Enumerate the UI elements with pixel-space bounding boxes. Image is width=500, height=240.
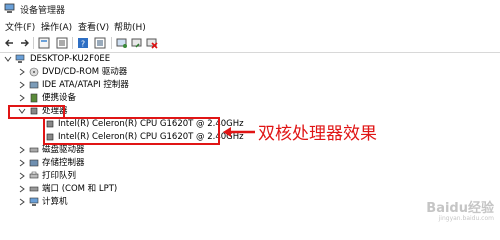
details-icon[interactable] [94,37,106,49]
title-bar: 设备管理器 [0,0,500,18]
expander-right-icon[interactable] [18,81,26,89]
expander-right-icon[interactable] [18,94,26,102]
ide-icon [29,81,39,89]
tree-root-label: DESKTOP-KU2F0EE [30,54,111,64]
tree-node-printer[interactable]: 打印队列 [0,170,300,183]
scan-icon[interactable] [116,37,128,49]
list-icon[interactable] [56,37,68,49]
printer-icon [29,171,39,179]
toolbar-separator [33,37,34,49]
tree-node-label: 端口 (COM 和 LPT) [42,184,118,194]
forward-icon[interactable] [18,37,30,49]
expander-right-icon[interactable] [18,185,26,193]
cpu-highlight-box [43,117,220,145]
expander-right-icon[interactable] [18,68,26,76]
toolbar-separator [72,37,73,49]
expander-right-icon[interactable] [18,172,26,180]
tree-node-disk[interactable]: 磁盘驱动器 [0,144,300,157]
tree-node-label: DVD/CD-ROM 驱动器 [42,67,128,77]
toolbar-separator [111,37,112,49]
svg-text:?: ? [81,40,85,49]
device-manager-icon [4,3,15,13]
storage-icon [29,159,39,167]
annotation-text: 双核处理器效果 [258,124,377,144]
tree-node-storage[interactable]: 存储控制器 [0,157,300,170]
toolbar: ? [0,34,500,53]
menu-action[interactable]: 操作(A) [41,20,72,33]
expander-right-icon[interactable] [18,198,26,206]
tree-node-portable[interactable]: 便携设备 [0,92,300,105]
tree-node-label: 打印队列 [42,171,77,181]
menu-view[interactable]: 查看(V) [78,20,109,33]
disk-icon [29,147,39,153]
watermark-url: jingyan.baidu.com [438,215,494,222]
tree-node-label: 磁盘驱动器 [42,145,85,155]
menu-help[interactable]: 帮助(H) [114,20,146,33]
menu-bar: 文件(F) 操作(A) 查看(V) 帮助(H) [0,18,500,34]
tree-node-label: IDE ATA/ATAPI 控制器 [42,80,129,90]
tree-node-ide[interactable]: IDE ATA/ATAPI 控制器 [0,79,300,92]
tree-node-dvd[interactable]: DVD/CD-ROM 驱动器 [0,66,300,79]
computer-icon [29,197,39,206]
expander-right-icon[interactable] [18,159,26,167]
tree-node-label: 存储控制器 [42,158,85,168]
computer-icon [15,54,25,63]
tree-root[interactable]: DESKTOP-KU2F0EE [0,53,300,66]
port-icon [29,186,39,192]
tree-node-label: 计算机 [42,197,68,207]
menu-file[interactable]: 文件(F) [5,20,35,33]
expander-down-icon[interactable] [4,55,12,63]
uninstall-icon[interactable] [146,37,158,49]
annotation-arrow-icon [223,127,255,137]
tree-node-label: 便携设备 [42,93,77,103]
portable-device-icon [30,93,38,103]
update-driver-icon[interactable] [131,37,143,49]
window-title: 设备管理器 [20,6,66,16]
dvd-icon [29,67,39,77]
tree-node-computer[interactable]: 计算机 [0,196,300,209]
help-icon[interactable]: ? [77,37,89,49]
properties-icon[interactable] [38,37,50,49]
back-icon[interactable] [4,37,16,49]
tree-node-port[interactable]: 端口 (COM 和 LPT) [0,183,300,196]
expander-right-icon[interactable] [18,146,26,154]
watermark: Baidu经验 [426,201,494,216]
